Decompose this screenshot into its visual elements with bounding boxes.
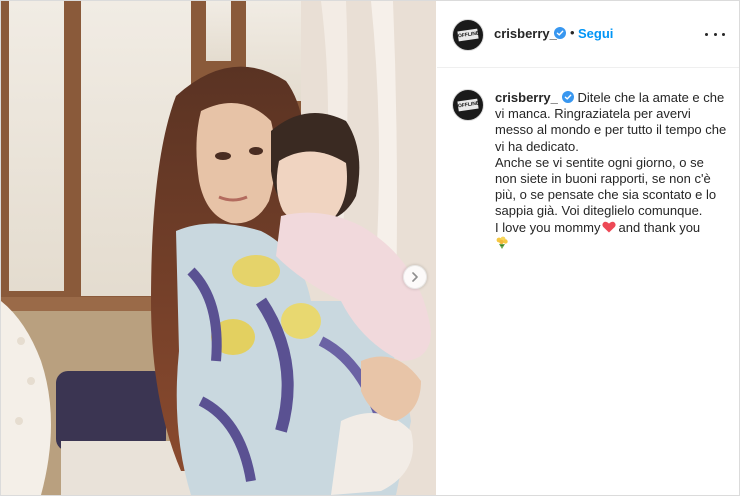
avatar-badge: OFFLINE <box>457 98 480 112</box>
more-options-icon[interactable] <box>705 28 725 40</box>
post-header: OFFLINE crisberry_ • Segui <box>437 1 739 68</box>
caption-emoji-line <box>495 236 727 252</box>
caption-thanks-text: and thank you <box>618 219 701 235</box>
separator-dot: • <box>570 25 575 40</box>
carousel-next-button[interactable] <box>403 265 427 289</box>
verified-badge-icon <box>561 91 574 103</box>
avatar-text: OFFLINE <box>457 30 480 40</box>
caption-love-text: I love you mommy <box>495 219 601 235</box>
avatar-text: OFFLINE <box>457 100 480 110</box>
caption-username[interactable]: crisberry_ <box>495 90 558 105</box>
post-photo[interactable] <box>1 1 436 495</box>
avatar-badge: OFFLINE <box>457 28 480 42</box>
bouquet-emoji-icon <box>496 236 508 249</box>
caption-paragraph-3: I love you mommy and thank you <box>495 220 727 236</box>
verified-badge-icon <box>554 27 566 39</box>
heart-emoji-icon <box>602 221 617 233</box>
caption-paragraph-2: Anche se vi sentite ogni giorno, o se no… <box>495 154 717 219</box>
avatar[interactable]: OFFLINE <box>452 19 484 51</box>
chevron-right-icon <box>412 272 418 282</box>
instagram-post: OFFLINE crisberry_ • Segui OFFLINE crisb… <box>0 0 740 496</box>
post-side-panel: OFFLINE crisberry_ • Segui OFFLINE crisb… <box>437 1 739 495</box>
photo-illustration <box>1 1 436 495</box>
caption-avatar[interactable]: OFFLINE <box>452 89 484 121</box>
caption-text: crisberry_ Ditele che la amate e che vi … <box>495 90 727 252</box>
follow-button[interactable]: Segui <box>578 26 613 41</box>
header-username[interactable]: crisberry_ <box>494 26 557 41</box>
